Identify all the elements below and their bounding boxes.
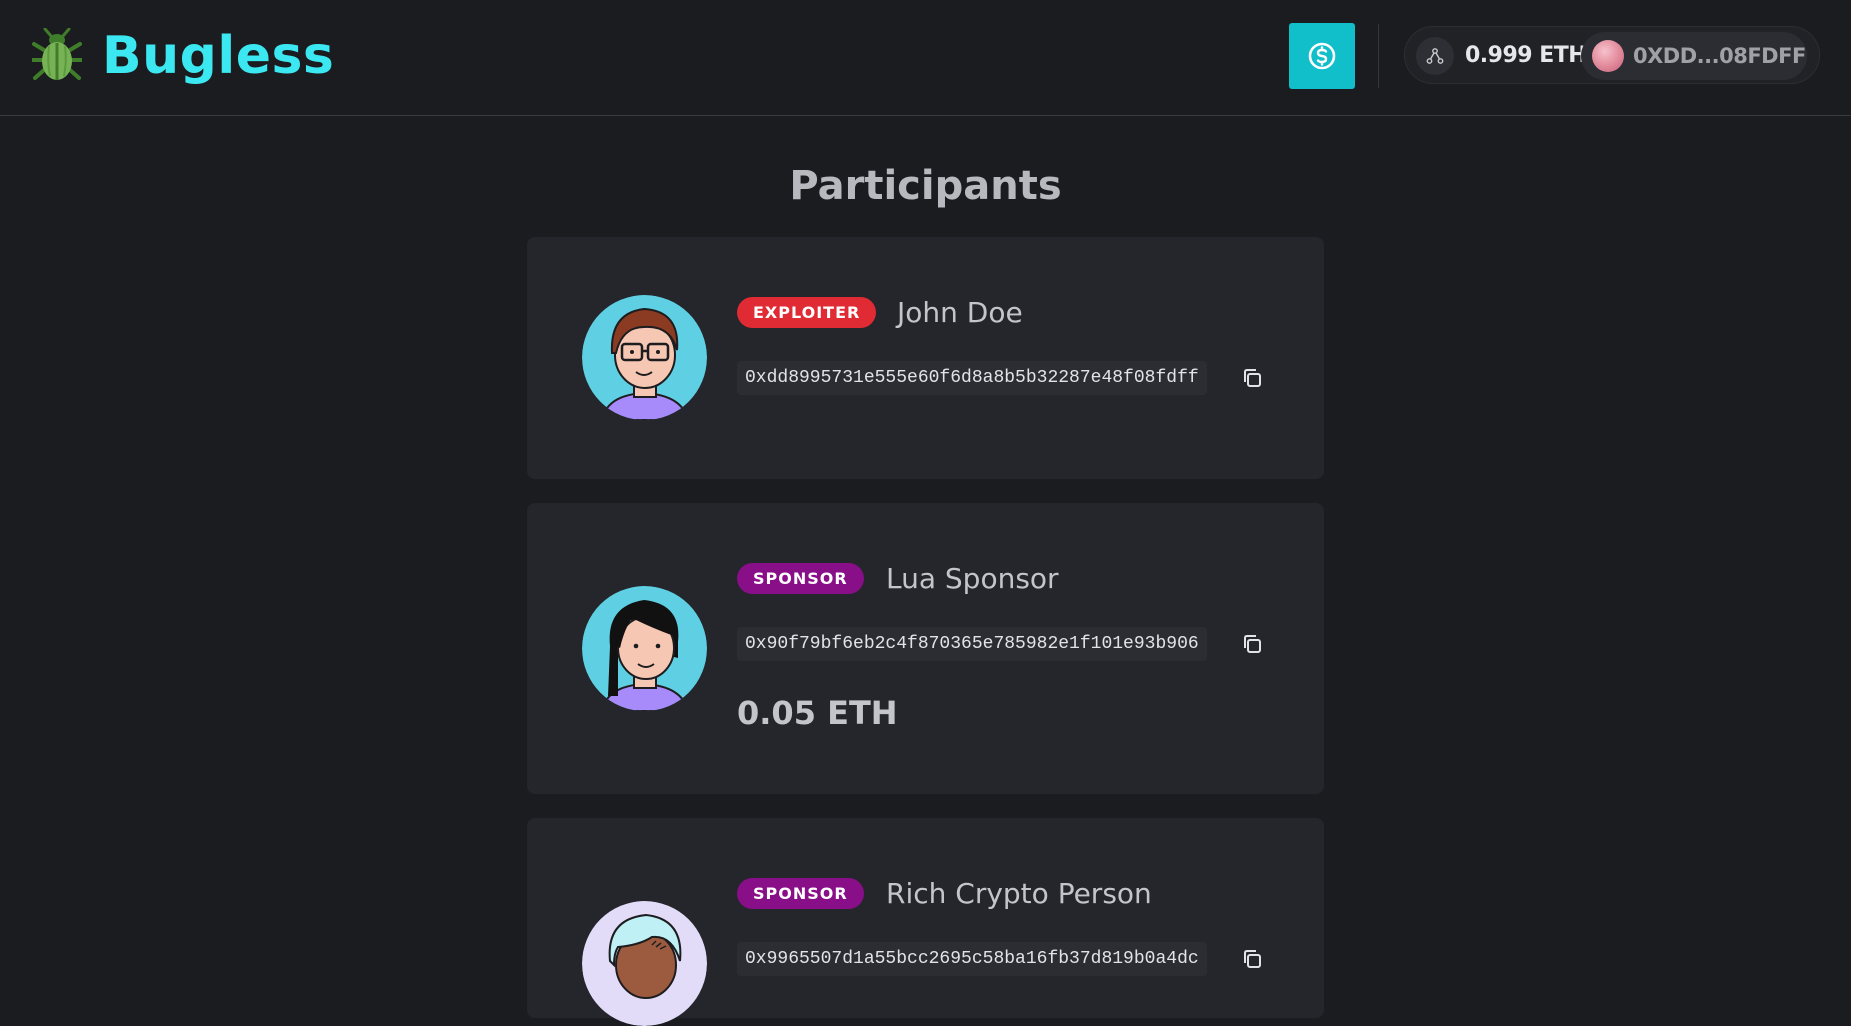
participant-name: John Doe <box>897 296 1023 329</box>
header-divider <box>1378 24 1379 88</box>
avatar <box>582 295 707 420</box>
page-title: Participants <box>789 163 1062 209</box>
copy-icon[interactable] <box>1240 947 1264 971</box>
participant-card: EXPLOITER John Doe 0xdd8995731e555e60f6d… <box>527 237 1324 479</box>
dollar-button[interactable] <box>1289 23 1355 89</box>
beetle-logo-icon <box>32 28 82 80</box>
wallet-address: 0x90f79bf6eb2c4f870365e785982e1f101e93b9… <box>737 627 1207 661</box>
account-button[interactable]: 0XDD...08FDFF <box>1581 32 1807 80</box>
participant-card: SPONSOR Rich Crypto Person 0x9965507d1a5… <box>527 818 1324 1026</box>
copy-icon[interactable] <box>1240 366 1264 390</box>
app-header: Bugless 0.999 ETH 0XDD...08FDFF <box>0 0 1851 116</box>
role-badge: SPONSOR <box>737 563 864 594</box>
avatar <box>582 586 707 711</box>
wallet-address: 0x9965507d1a55bcc2695c58ba16fb37d819b0a4… <box>737 942 1207 976</box>
participant-name: Lua Sponsor <box>886 562 1059 595</box>
sponsor-amount: 0.05 ETH <box>737 694 898 732</box>
wallet-pill: 0.999 ETH 0XDD...08FDFF <box>1404 26 1820 84</box>
account-address: 0XDD...08FDFF <box>1633 44 1806 68</box>
dollar-coin-icon <box>1308 42 1336 70</box>
brand-title[interactable]: Bugless <box>102 20 334 92</box>
role-badge: SPONSOR <box>737 878 864 909</box>
wallet-address: 0xdd8995731e555e60f6d8a8b5b32287e48f08fd… <box>737 361 1207 395</box>
wallet-balance: 0.999 ETH <box>1465 43 1587 68</box>
copy-icon[interactable] <box>1240 632 1264 656</box>
network-nodes-icon[interactable] <box>1416 37 1454 75</box>
account-avatar <box>1592 40 1624 72</box>
participant-name: Rich Crypto Person <box>886 877 1152 910</box>
role-badge: EXPLOITER <box>737 297 877 328</box>
participant-card: SPONSOR Lua Sponsor 0x90f79bf6eb2c4f8703… <box>527 503 1324 794</box>
